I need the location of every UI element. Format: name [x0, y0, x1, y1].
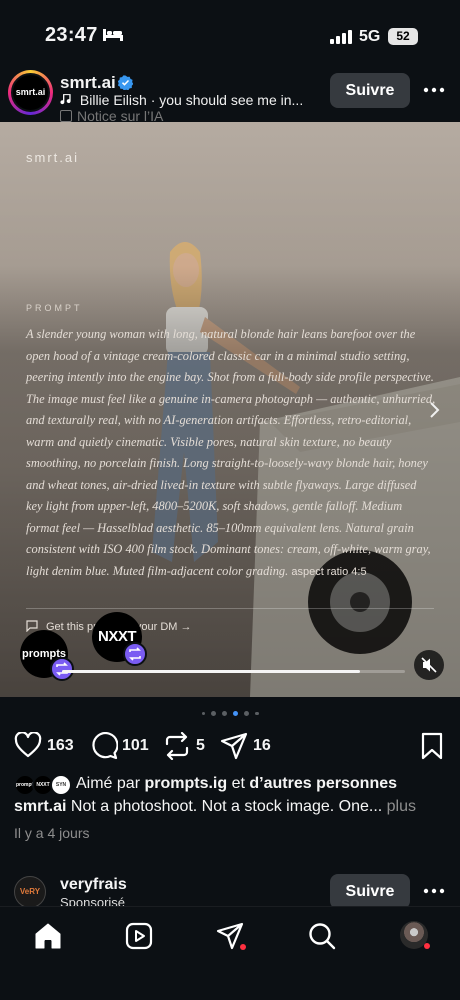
status-time: 23:47: [45, 24, 98, 46]
comment-icon: [92, 732, 118, 760]
next-follow-button[interactable]: Suivre: [330, 874, 410, 909]
repost-icon: [129, 647, 141, 661]
post-username[interactable]: smrt.ai: [60, 73, 116, 93]
home-icon[interactable]: [33, 921, 63, 951]
reels-icon[interactable]: [124, 921, 154, 951]
avatar-text: smrt.ai: [11, 73, 50, 112]
repost-button[interactable]: 5: [164, 730, 214, 760]
repost-badge: [123, 642, 147, 666]
caption-text: Not a photoshoot. Not a stock image. One…: [70, 798, 383, 815]
mute-icon: [421, 657, 437, 673]
more-icon[interactable]: [420, 877, 448, 905]
battery-indicator: 52: [388, 28, 418, 45]
heart-icon: [14, 732, 42, 758]
post-time: Il y a 4 jours: [14, 825, 90, 841]
signal-icon: [330, 30, 352, 44]
messages-notification-dot: [240, 944, 246, 950]
save-button[interactable]: [420, 730, 446, 760]
comment-count: 101: [122, 737, 149, 754]
chevron-right-icon[interactable]: [428, 400, 442, 420]
profile-notification-dot: [424, 943, 430, 949]
post-actions: 163 101 5 16: [0, 730, 460, 760]
verified-icon: [118, 75, 133, 90]
bookmark-icon: [421, 732, 443, 760]
liked-by-user[interactable]: prompts.ig: [144, 775, 227, 792]
post-caption[interactable]: smrt.ai Not a photoshoot. Not a stock im…: [14, 798, 454, 816]
media-divider: [26, 608, 434, 609]
liked-by-text: Aimé par prompts.ig et d’autres personne…: [76, 775, 397, 793]
carousel-dot: [255, 711, 259, 715]
like-button[interactable]: 163: [14, 730, 84, 760]
mini-avatar: SYN: [50, 774, 72, 796]
music-line[interactable]: Billie Eilish · you should see me in...: [60, 92, 310, 108]
media-brand: smrt.ai: [26, 150, 79, 165]
repost-badge: [50, 657, 74, 681]
carousel-dot: [201, 711, 205, 715]
carousel-indicator: [0, 711, 460, 717]
next-post-username[interactable]: veryfrais: [60, 876, 127, 894]
caption-more[interactable]: plus: [387, 798, 416, 815]
music-icon: [60, 94, 71, 105]
follow-button[interactable]: Suivre: [330, 73, 410, 108]
share-button[interactable]: 16: [220, 730, 275, 760]
carousel-dot: [233, 711, 238, 716]
more-icon[interactable]: [420, 76, 448, 104]
like-count: 163: [47, 737, 74, 754]
liked-by[interactable]: prompts NXXT SYN Aimé par prompts.ig et …: [14, 774, 454, 796]
comment-button[interactable]: 101: [90, 730, 155, 760]
carousel-dot: [222, 711, 227, 716]
mute-button[interactable]: [414, 650, 444, 680]
prompt-text: A slender young woman with long, natural…: [26, 324, 436, 583]
ai-info-icon: [60, 110, 72, 122]
next-post-avatar[interactable]: VeRY: [14, 876, 46, 908]
status-bar: 23:47 5G 52: [0, 0, 460, 70]
liked-by-avatars: prompts NXXT SYN: [14, 774, 74, 796]
post-header: smrt.ai smrt.ai Billie Eilish · you shou…: [0, 70, 460, 124]
repost-icon: [165, 732, 189, 760]
share-icon: [220, 732, 248, 760]
next-post-header: VeRY veryfrais Sponsorisé Suivre: [0, 872, 460, 910]
post-media[interactable]: smrt.ai PROMPT A slender young woman wit…: [0, 122, 460, 697]
liked-by-prefix: Aimé par: [76, 775, 141, 792]
search-icon[interactable]: [307, 921, 337, 951]
network-type: 5G: [359, 28, 381, 45]
bottom-nav: [0, 906, 460, 1000]
caption-username[interactable]: smrt.ai: [14, 798, 66, 815]
carousel-dot: [211, 711, 216, 716]
aspect-ratio: aspect ratio 4:5: [291, 565, 367, 578]
video-progress-fill: [62, 670, 361, 673]
bed-icon: [103, 29, 123, 41]
repost-count: 5: [196, 737, 205, 754]
post-avatar[interactable]: smrt.ai: [8, 70, 53, 115]
prompt-label: PROMPT: [26, 303, 83, 313]
liked-by-conj: et: [231, 775, 245, 792]
prompt-body: A slender young woman with long, natural…: [26, 327, 436, 578]
repost-icon: [56, 662, 68, 676]
share-count: 16: [253, 737, 271, 754]
music-title: Billie Eilish · you should see me in...: [79, 92, 304, 108]
video-progress[interactable]: [62, 670, 405, 673]
carousel-dot: [244, 711, 249, 716]
liked-by-others[interactable]: d’autres personnes: [249, 775, 397, 792]
